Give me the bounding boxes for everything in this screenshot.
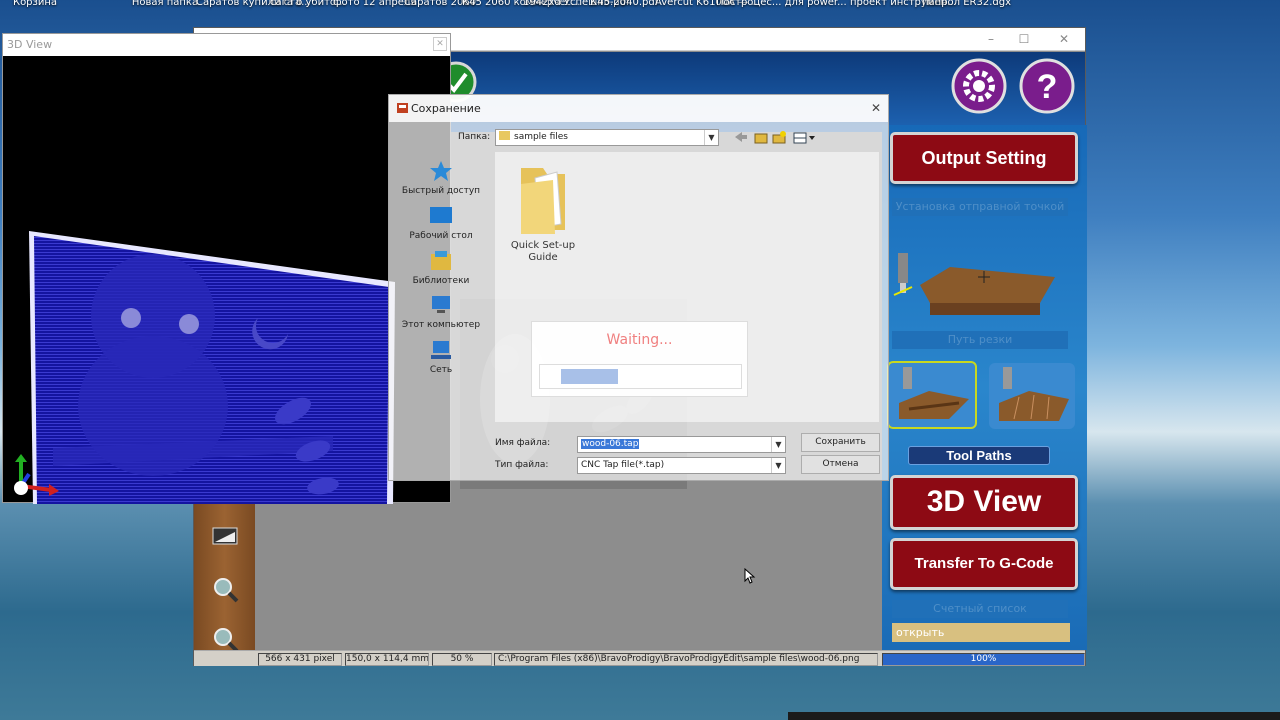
status-bar: 566 x 431 pixel 150,0 x 114,4 mm 50 % C:… [194, 650, 1085, 666]
app-icon [397, 103, 408, 113]
3d-view-close-icon[interactable]: ✕ [433, 37, 447, 51]
desktop-icon-label[interactable]: Построцес... для power... [716, 0, 847, 9]
cut-path-label: Путь резки [892, 331, 1068, 349]
desktop-icon-label[interactable]: папрол ER32.dgx [922, 0, 1011, 9]
toolpath-option-pocket[interactable] [989, 363, 1075, 429]
up-folder-icon [754, 133, 768, 144]
axis-gizmo-icon [14, 454, 59, 496]
filetype-label: Тип файла: [495, 460, 549, 470]
desktop-icon-label[interactable]: Новая папка [130, 0, 200, 9]
computer-icon [432, 296, 450, 313]
desktop-icon-label[interactable]: сага о убито... [270, 0, 346, 9]
waiting-progress-bar [539, 364, 742, 389]
save-dialog-title: Сохранение [389, 95, 888, 122]
3d-view-window: 3D View ✕ [2, 33, 452, 504]
chevron-down-icon: ▼ [704, 130, 718, 145]
nav-libraries[interactable]: Библиотеки [395, 250, 487, 287]
folder-icon [499, 131, 510, 140]
right-panel: Output Setting Установка отправной точко… [882, 125, 1087, 650]
nav-this-pc[interactable]: Этот компьютер [395, 294, 487, 331]
dialog-close-icon[interactable]: ✕ [869, 101, 883, 115]
desktop-icon-label[interactable]: проект инструмен... [850, 0, 957, 9]
nav-this-pc-label: Этот компьютер [401, 320, 481, 330]
nav-desktop-label: Рабочий стол [409, 231, 473, 241]
3d-view-button[interactable]: 3D View [890, 475, 1078, 530]
folder-select[interactable]: sample files ▼ [495, 129, 719, 146]
back-icon [735, 132, 747, 142]
folder-value: sample files [514, 132, 568, 142]
nav-libraries-label: Библиотеки [412, 276, 470, 286]
chevron-down-icon: ▼ [771, 437, 785, 452]
chevron-down-icon: ▼ [771, 458, 785, 473]
waiting-text: Waiting... [606, 332, 673, 348]
minimize-icon[interactable]: – [979, 31, 1003, 47]
desktop-icon [430, 207, 452, 223]
status-path: C:\Program Files (x86)\BravoProdigy\Brav… [494, 653, 878, 666]
nav-quick-access-label: Быстрый доступ [401, 186, 481, 196]
open-field[interactable]: открыть [892, 623, 1070, 642]
desktop-icon-label[interactable]: Саратов купили ста... [196, 0, 311, 9]
desktop-icon-strip: Корзина Новая папка Саратов купили ста..… [0, 0, 1280, 26]
nav-quick-access[interactable]: Быстрый доступ [395, 160, 487, 197]
desktop-icon-label[interactable]: К45 2060 коммерчес... [462, 0, 580, 9]
maximize-icon[interactable]: ☐ [1012, 31, 1036, 47]
status-progress-text: 100% [970, 654, 997, 664]
pocket-toolpath-icon [999, 367, 1069, 421]
libraries-icon [431, 251, 451, 270]
desktop-icon-label[interactable]: К45-2040.pdf [590, 0, 658, 9]
output-setting-button[interactable]: Output Setting [890, 132, 1078, 184]
desktop-icon-label[interactable]: фото 12 апреля [333, 0, 416, 9]
filename-input[interactable]: wood-06.tap ▼ [577, 436, 786, 453]
file-item-label: Quick Set-up Guide [510, 240, 576, 263]
nav-network-label: Сеть [429, 365, 453, 375]
filename-value: wood-06.tap [581, 439, 640, 449]
nav-desktop[interactable]: Рабочий стол [395, 205, 487, 242]
cancel-button[interactable]: Отмена [801, 455, 880, 474]
status-size: 150,0 x 114,4 mm [345, 653, 429, 666]
nav-network[interactable]: Сеть [395, 339, 487, 376]
save-dialog: Сохранение ✕ Папка: sample files ▼ Быстр… [388, 94, 889, 481]
svg-text:?: ? [1037, 68, 1058, 106]
desktop-icon-label[interactable]: Саратов 2060 [404, 0, 476, 9]
taskbar [788, 712, 1280, 720]
close-icon[interactable]: ✕ [1052, 31, 1076, 47]
folder-label: Папка: [458, 132, 491, 142]
filename-label: Имя файла: [495, 438, 551, 448]
film-icon[interactable] [211, 522, 239, 550]
view-menu-icon [793, 132, 815, 144]
waiting-progress-fill [561, 369, 618, 384]
tool-paths-button[interactable]: Tool Paths [908, 446, 1050, 465]
3d-render-owl[interactable] [3, 56, 452, 504]
profile-toolpath-icon [899, 367, 969, 419]
toolpath-option-profile[interactable] [887, 361, 977, 429]
desktop-icon-label[interactable]: Avercut K6100A — ... [655, 0, 761, 9]
status-pixels: 566 x 431 pixel [258, 653, 342, 666]
filetype-select[interactable]: CNC Tap file(*.tap) ▼ [577, 457, 786, 474]
origin-label: Установка отправной точкой [892, 198, 1068, 216]
status-zoom: 50 % [432, 653, 492, 666]
status-progress-bar: 100% [882, 653, 1085, 666]
file-item[interactable]: Quick Set-up Guide [503, 164, 583, 264]
waiting-popup: Waiting... [531, 321, 748, 397]
star-icon [430, 161, 452, 181]
3d-view-title: 3D View [3, 34, 450, 56]
folder-icon [521, 168, 565, 234]
network-icon [431, 341, 451, 359]
transfer-to-gcode-button[interactable]: Transfer To G-Code [890, 538, 1078, 590]
desktop-icon-label[interactable]: Корзина [10, 0, 60, 9]
help-icon[interactable]: ? [1019, 58, 1075, 114]
new-folder-icon [772, 131, 786, 144]
save-button[interactable]: Сохранить [801, 433, 880, 452]
gear-icon[interactable] [951, 58, 1007, 114]
desktop-icon-label[interactable]: 1942xd Успешно.pdf [523, 0, 629, 9]
filetype-value: CNC Tap file(*.tap) [581, 460, 665, 470]
count-list-label: Счетный список [892, 600, 1068, 618]
dialog-toolbar [735, 131, 815, 144]
zoom-out-icon[interactable] [211, 625, 239, 653]
zoom-in-icon[interactable] [211, 575, 239, 603]
machine-origin-icon[interactable] [890, 245, 1070, 320]
mouse-cursor-icon [744, 568, 756, 584]
